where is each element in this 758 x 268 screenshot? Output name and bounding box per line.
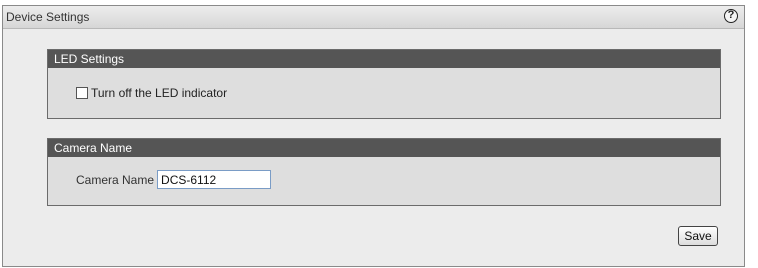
led-off-checkbox-label[interactable]: Turn off the LED indicator — [91, 86, 227, 100]
camera-name-section: Camera Name Camera Name — [47, 138, 721, 206]
led-settings-header: LED Settings — [48, 50, 720, 68]
led-off-checkbox[interactable] — [76, 87, 88, 99]
device-settings-panel: Device Settings ? — [2, 5, 745, 267]
camera-name-row: Camera Name — [76, 170, 272, 189]
help-icon[interactable]: ? — [724, 9, 738, 23]
page-title: Device Settings — [6, 10, 90, 24]
save-button[interactable]: Save — [678, 226, 718, 246]
panel-header: Device Settings ? — [3, 6, 744, 29]
camera-name-header: Camera Name — [48, 139, 720, 157]
led-settings-section: LED Settings Turn off the LED indicator — [47, 49, 721, 119]
camera-name-label: Camera Name — [76, 172, 155, 187]
camera-name-input[interactable] — [157, 170, 272, 189]
led-checkbox-row[interactable]: Turn off the LED indicator — [76, 86, 227, 100]
